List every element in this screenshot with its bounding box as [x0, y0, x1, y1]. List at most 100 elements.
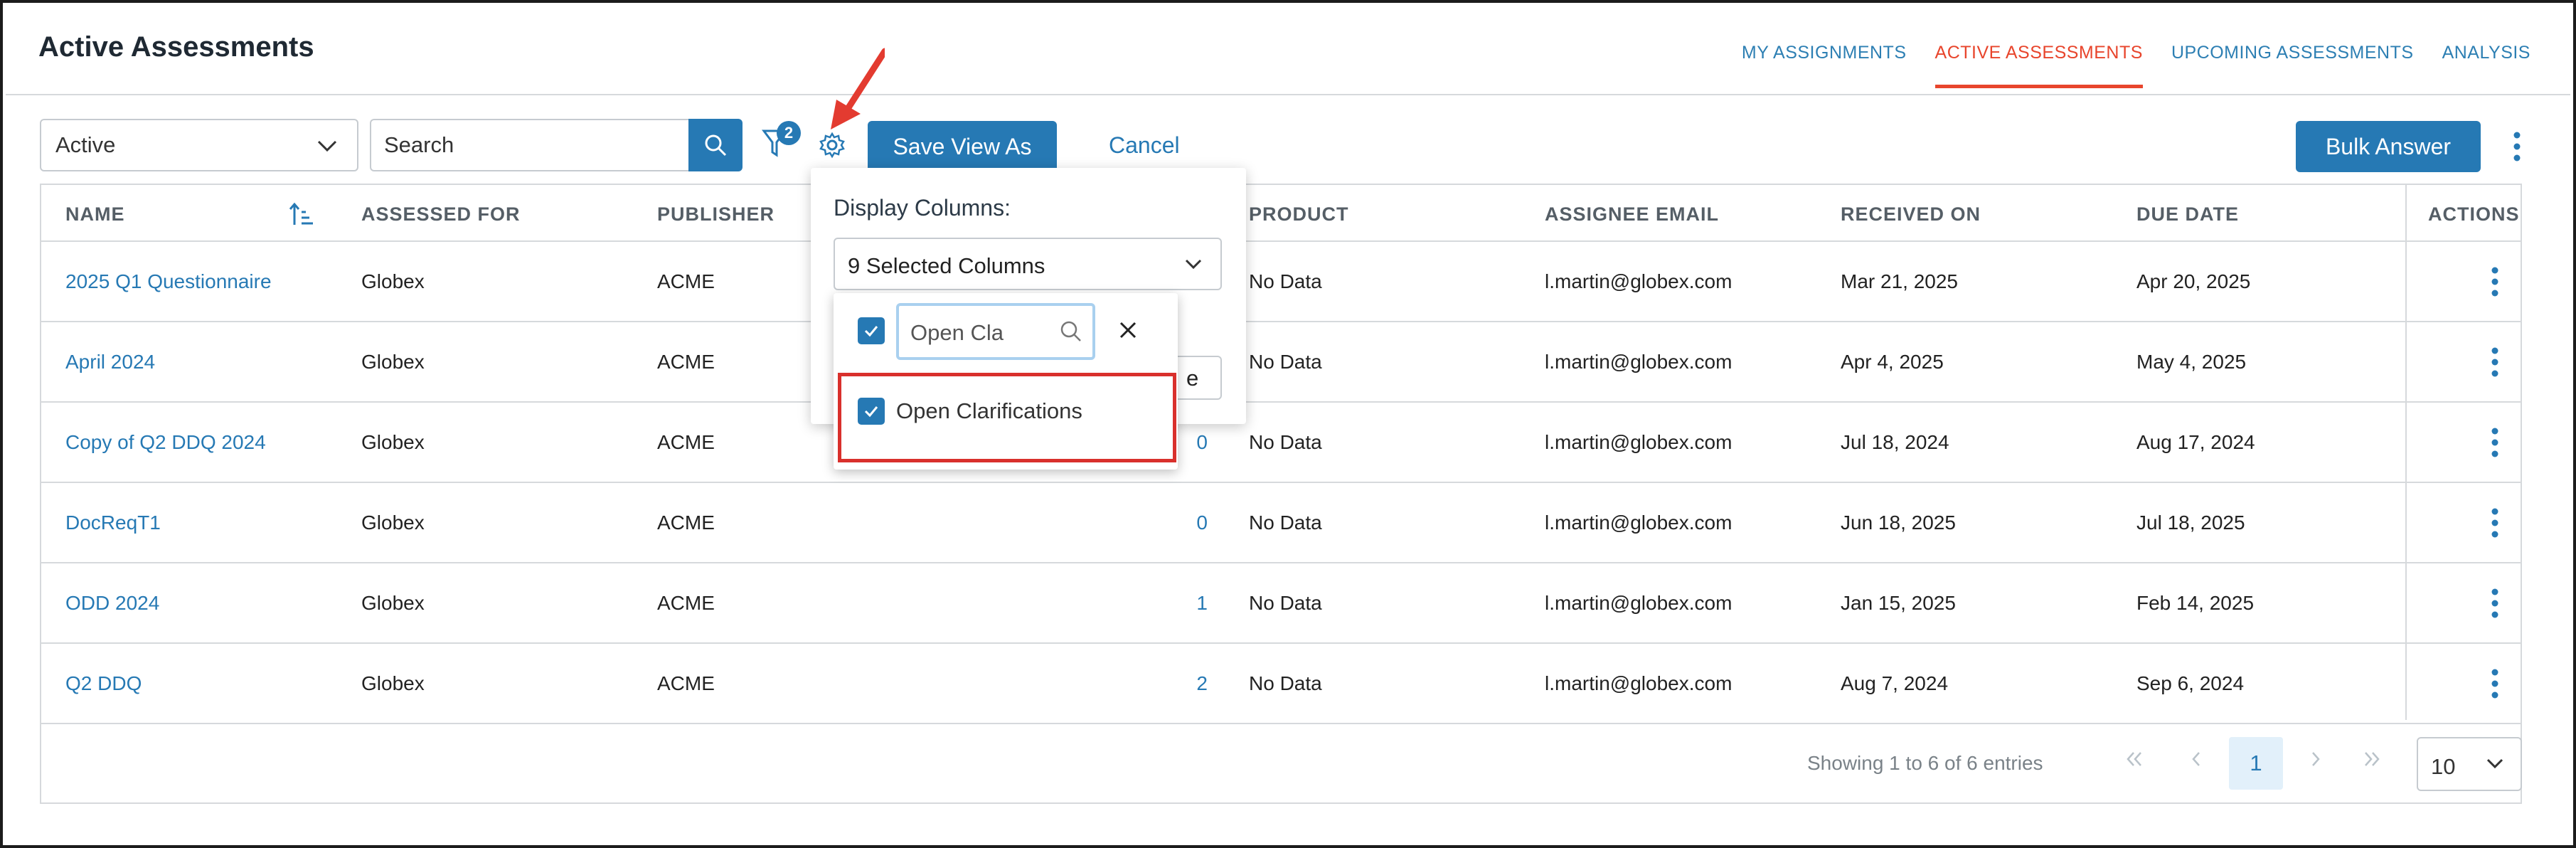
search-placeholder: Search: [384, 132, 454, 157]
nav-tabs: MY ASSIGNMENTS ACTIVE ASSESSMENTS UPCOMI…: [1713, 43, 2530, 88]
open-clarifications-checkbox[interactable]: [858, 398, 885, 425]
publisher-cell: ACME: [657, 672, 715, 694]
assessments-table: NAME ASSESSED FOR PUBLISHER PRODUCT ASSI…: [40, 184, 2522, 804]
assignee-email-cell: l.martin@globex.com: [1545, 592, 1733, 614]
open-clarifications-option[interactable]: Open Clarifications: [896, 398, 1082, 424]
popover-action-text: e: [1186, 366, 1199, 391]
received-on-cell: Apr 4, 2025: [1841, 351, 1944, 373]
publisher-cell: ACME: [657, 351, 715, 373]
table-row: 2025 Q1 Questionnaire Globex ACME No Dat…: [41, 242, 2521, 322]
column-header-actions: ACTIONS: [2428, 203, 2520, 225]
more-options-icon[interactable]: [2510, 131, 2524, 162]
due-date-cell: Apr 20, 2025: [2136, 270, 2251, 292]
column-header-received-on[interactable]: RECEIVED ON: [1841, 203, 1981, 226]
due-date-cell: May 4, 2025: [2136, 351, 2247, 373]
product-cell: No Data: [1249, 512, 1322, 534]
column-header-assessed-for[interactable]: ASSESSED FOR: [361, 203, 521, 226]
selected-columns-select[interactable]: 9 Selected Columns: [834, 238, 1222, 290]
received-on-cell: Aug 7, 2024: [1841, 672, 1949, 694]
table-row: DocReqT1 Globex ACME 0 No Data l.martin@…: [41, 483, 2521, 563]
status-select[interactable]: Active: [40, 119, 358, 171]
assessment-name-link[interactable]: Copy of Q2 DDQ 2024: [65, 431, 266, 454]
annotation-arrow-icon: [831, 48, 885, 129]
app-frame: Active Assessments MY ASSIGNMENTS ACTIVE…: [0, 0, 2576, 848]
chevron-down-icon: [317, 140, 337, 152]
count-cell[interactable]: 2: [1165, 672, 1208, 695]
tab-analysis[interactable]: ANALYSIS: [2442, 43, 2530, 88]
current-page-button[interactable]: 1: [2229, 737, 2283, 790]
product-cell: No Data: [1249, 431, 1322, 453]
search-button[interactable]: [688, 119, 743, 171]
table-row: April 2024 Globex ACME No Data l.martin@…: [41, 322, 2521, 403]
product-cell: No Data: [1249, 351, 1322, 373]
received-on-cell: Jun 18, 2025: [1841, 512, 1956, 534]
search-icon: [1060, 321, 1081, 341]
row-actions-icon[interactable]: [2488, 588, 2502, 619]
tab-upcoming-assessments[interactable]: UPCOMING ASSESSMENTS: [2171, 43, 2414, 88]
assessed-for-cell: Globex: [361, 351, 425, 373]
page-size-select[interactable]: 10: [2417, 737, 2522, 791]
assessed-for-cell: Globex: [361, 431, 425, 453]
row-actions-icon[interactable]: [2488, 427, 2502, 458]
column-header-publisher[interactable]: PUBLISHER: [657, 203, 775, 226]
assignee-email-cell: l.martin@globex.com: [1545, 431, 1733, 453]
entries-info: Showing 1 to 6 of 6 entries: [1807, 752, 2043, 774]
last-page-icon[interactable]: [2361, 748, 2383, 770]
chevron-down-icon: [2486, 758, 2503, 769]
column-header-name[interactable]: NAME: [65, 203, 125, 226]
previous-page-icon[interactable]: [2186, 748, 2208, 770]
received-on-cell: Mar 21, 2025: [1841, 270, 1958, 292]
status-select-value: Active: [55, 132, 116, 157]
assignee-email-cell: l.martin@globex.com: [1545, 270, 1733, 292]
assessment-name-link[interactable]: DocReqT1: [65, 512, 161, 534]
table-row: Copy of Q2 DDQ 2024 Globex ACME 0 No Dat…: [41, 403, 2521, 483]
publisher-cell: ACME: [657, 512, 715, 534]
checkmark-icon: [864, 326, 878, 337]
due-date-cell: Feb 14, 2025: [2136, 592, 2255, 614]
search-icon: [705, 134, 727, 157]
column-header-product[interactable]: PRODUCT: [1249, 203, 1349, 226]
select-all-checkbox[interactable]: [858, 317, 885, 344]
row-actions-icon[interactable]: [2488, 266, 2502, 297]
tab-my-assignments[interactable]: MY ASSIGNMENTS: [1742, 43, 1907, 88]
received-on-cell: Jan 15, 2025: [1841, 592, 1956, 614]
due-date-cell: Sep 6, 2024: [2136, 672, 2245, 694]
table-row: ODD 2024 Globex ACME 1 No Data l.martin@…: [41, 563, 2521, 644]
column-filter-input[interactable]: Open Cla: [896, 303, 1095, 360]
row-actions-icon[interactable]: [2488, 507, 2502, 539]
display-columns-label: Display Columns:: [834, 195, 1011, 221]
column-filter-value: Open Cla: [910, 320, 1004, 345]
count-cell[interactable]: 0: [1165, 512, 1208, 534]
assessment-name-link[interactable]: Q2 DDQ: [65, 672, 142, 695]
table-header: NAME ASSESSED FOR PUBLISHER PRODUCT ASSI…: [41, 185, 2521, 242]
tab-active-assessments[interactable]: ACTIVE ASSESSMENTS: [1934, 43, 2143, 88]
close-icon[interactable]: [1115, 317, 1141, 343]
first-page-icon[interactable]: [2124, 748, 2145, 770]
sort-ascending-icon[interactable]: [289, 202, 314, 228]
checkmark-icon: [864, 406, 878, 418]
column-header-assignee-email[interactable]: ASSIGNEE EMAIL: [1545, 203, 1719, 226]
filter-count-badge: 2: [777, 121, 801, 145]
assessment-name-link[interactable]: 2025 Q1 Questionnaire: [65, 270, 272, 293]
chevron-down-icon: [1185, 259, 1202, 270]
page-title: Active Assessments: [38, 31, 314, 63]
table-row: Q2 DDQ Globex ACME 2 No Data l.martin@gl…: [41, 644, 2521, 724]
assessment-name-link[interactable]: ODD 2024: [65, 592, 159, 615]
assignee-email-cell: l.martin@globex.com: [1545, 512, 1733, 534]
bulk-answer-button[interactable]: Bulk Answer: [2296, 121, 2481, 172]
assessment-name-link[interactable]: April 2024: [65, 351, 155, 373]
search-input[interactable]: Search: [370, 119, 690, 171]
save-view-as-button[interactable]: Save View As: [868, 121, 1057, 172]
next-page-icon[interactable]: [2304, 748, 2326, 770]
count-cell[interactable]: 1: [1165, 592, 1208, 615]
column-header-due-date[interactable]: DUE DATE: [2136, 203, 2239, 226]
gear-icon[interactable]: [818, 131, 846, 159]
header-divider: [6, 94, 2570, 95]
publisher-cell: ACME: [657, 431, 715, 453]
assessed-for-cell: Globex: [361, 592, 425, 614]
row-actions-icon[interactable]: [2488, 668, 2502, 699]
row-actions-icon[interactable]: [2488, 346, 2502, 378]
received-on-cell: Jul 18, 2024: [1841, 431, 1949, 453]
cancel-button[interactable]: Cancel: [1109, 132, 1180, 159]
page-size-value: 10: [2431, 754, 2456, 779]
